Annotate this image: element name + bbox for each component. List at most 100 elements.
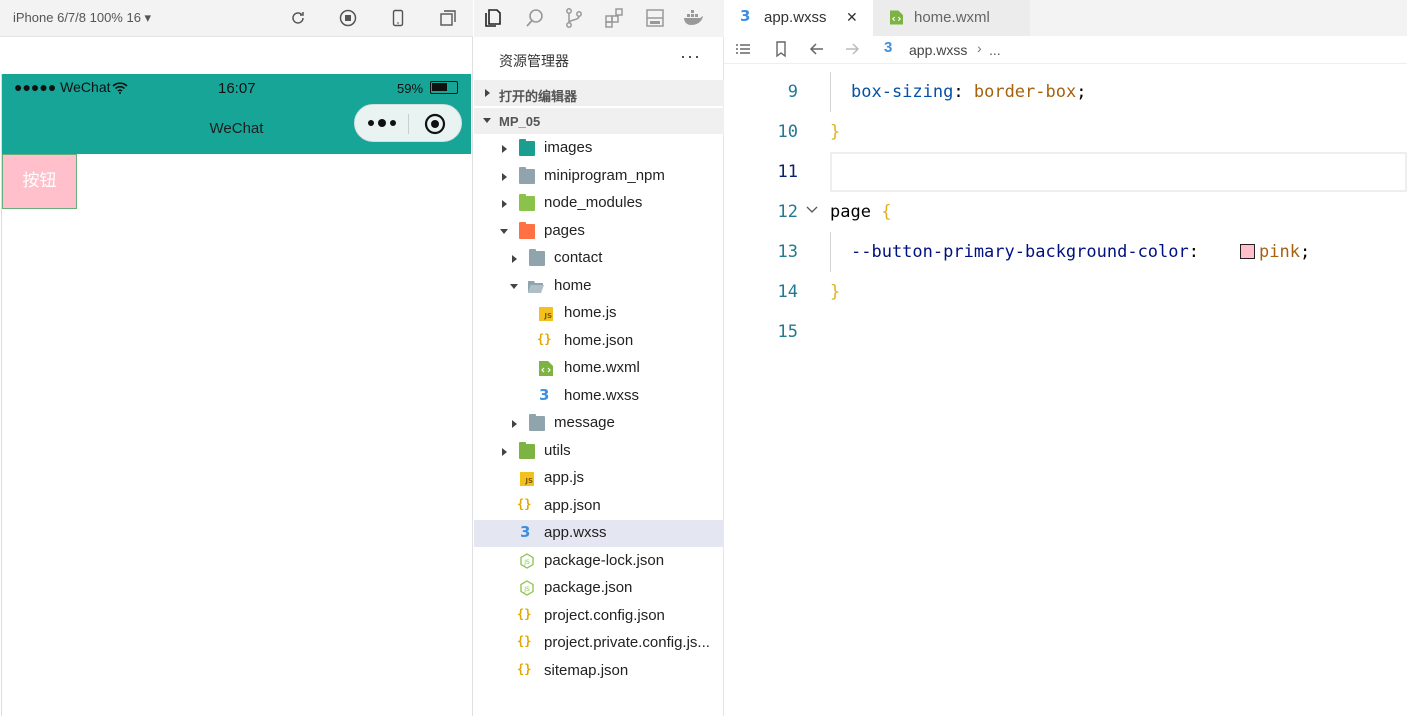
code-line-current: 11	[724, 152, 1407, 192]
phone-icon[interactable]	[388, 8, 408, 28]
tree-item-app-js[interactable]: JS app.js	[474, 465, 724, 492]
tree-item-project-config-json[interactable]: {} project.config.json	[474, 603, 724, 630]
files-icon[interactable]	[482, 7, 504, 29]
project-section[interactable]: MP_05	[474, 108, 724, 134]
primary-button[interactable]: 按钮	[2, 154, 77, 209]
code-line: 13 --button-primary-background-color: pi…	[724, 232, 1407, 272]
docker-icon[interactable]	[682, 7, 704, 29]
tree-item-project-private-config-json[interactable]: {} project.private.config.js...	[474, 630, 724, 657]
chevron-right-icon	[502, 145, 507, 153]
tree-item-home-json[interactable]: {} home.json	[474, 328, 724, 355]
folder-images-icon	[519, 139, 535, 156]
tree-item-app-wxss[interactable]: 3 app.wxss	[474, 520, 724, 547]
tab-app-wxss[interactable]: 3 app.wxss ✕	[724, 0, 873, 36]
tree-item-miniprogram-npm[interactable]: miniprogram_npm	[474, 163, 724, 190]
tab-home-wxml[interactable]: home.wxml	[873, 0, 1030, 36]
tree-item-label: app.js	[544, 469, 585, 486]
tree-item-contact[interactable]: contact	[474, 245, 724, 272]
json-file-icon: {}	[537, 331, 552, 346]
tree-item-node-modules[interactable]: node_modules	[474, 190, 724, 217]
explorer-panel: 资源管理器 ··· 打开的编辑器 MP_05 images miniprogra…	[474, 0, 724, 716]
battery-icon	[430, 81, 458, 94]
folder-icon	[519, 166, 535, 184]
tree-item-sitemap-json[interactable]: {} sitemap.json	[474, 658, 724, 685]
back-arrow-icon[interactable]	[808, 40, 826, 58]
list-icon[interactable]	[734, 40, 752, 58]
carrier-label: ●●●●● WeChat	[14, 79, 111, 95]
tree-item-pages[interactable]: pages	[474, 218, 724, 245]
color-swatch[interactable]	[1240, 244, 1255, 259]
code-line: 12 page {	[724, 192, 1407, 232]
tree-item-label: node_modules	[544, 194, 643, 211]
open-editors-section[interactable]: 打开的编辑器	[474, 80, 724, 106]
tree-item-message[interactable]: message	[474, 410, 724, 437]
line-number: 12	[777, 202, 798, 222]
js-file-icon: JS	[539, 307, 553, 321]
folder-utils-icon	[519, 441, 535, 459]
capsule-menu[interactable]	[354, 104, 462, 142]
forward-arrow-icon[interactable]	[843, 40, 861, 58]
tree-item-label: message	[554, 414, 615, 431]
tree-item-home-wxml[interactable]: home.wxml	[474, 355, 724, 382]
tree-item-app-json[interactable]: {} app.json	[474, 493, 724, 520]
tree-item-label: sitemap.json	[544, 661, 629, 679]
breadcrumb-file[interactable]: app.wxss	[909, 42, 967, 58]
tree-item-label: utils	[544, 441, 571, 459]
bookmark-icon[interactable]	[772, 40, 790, 58]
folder-icon	[529, 414, 545, 431]
source-control-icon[interactable]	[563, 7, 585, 29]
more-actions-button[interactable]: ···	[680, 46, 701, 67]
wxml-file-icon	[890, 10, 903, 25]
opening-brace: {	[881, 202, 892, 222]
json-file-icon: {}	[517, 661, 532, 676]
tree-item-label: home.js	[564, 304, 617, 321]
tree-item-home[interactable]: home	[474, 273, 724, 300]
tree-item-utils[interactable]: utils	[474, 438, 724, 465]
css-variable: --button-primary-background-color	[851, 242, 1189, 262]
extensions-icon[interactable]	[603, 7, 625, 29]
tree-item-label: project.config.json	[544, 606, 665, 624]
new-window-icon[interactable]	[438, 8, 458, 28]
colon: :	[953, 82, 964, 102]
tree-item-label: package-lock.json	[544, 551, 665, 569]
tree-item-home-wxss[interactable]: 3 home.wxss	[474, 383, 724, 410]
folder-icon	[529, 249, 545, 266]
tree-item-home-js[interactable]: JS home.js	[474, 300, 724, 327]
css-property: box-sizing	[851, 82, 954, 102]
more-dots-icon[interactable]	[367, 118, 397, 128]
close-miniprogram-icon[interactable]	[424, 113, 446, 135]
code-text: box-sizing: border-box;	[851, 82, 1086, 102]
chevron-right-icon	[485, 89, 490, 97]
css-value: border-box	[973, 82, 1077, 102]
npm-file-icon: JS	[520, 580, 534, 596]
tree-item-label: contact	[554, 249, 603, 266]
css-value: pink	[1259, 242, 1300, 262]
refresh-icon[interactable]	[288, 8, 308, 28]
closing-brace: }	[830, 122, 841, 142]
stop-icon[interactable]	[338, 8, 358, 28]
tab-label: home.wxml	[914, 9, 990, 26]
capsule-divider	[408, 114, 409, 134]
layout-icon[interactable]	[644, 7, 666, 29]
closing-brace: }	[830, 282, 841, 302]
open-editors-label: 打开的编辑器	[499, 89, 578, 104]
fold-chevron-icon[interactable]	[806, 206, 818, 214]
tree-item-package-json[interactable]: JS package.json	[474, 575, 724, 602]
project-label: MP_05	[499, 114, 541, 129]
indent-guide	[830, 232, 831, 272]
tree-item-images[interactable]: images	[474, 135, 724, 162]
css-file-icon: 3	[740, 7, 751, 25]
semicolon: ;	[1076, 82, 1087, 102]
js-file-icon: JS	[520, 472, 534, 486]
battery-percent: 59%	[397, 81, 424, 96]
code-line: 14 }	[724, 272, 1407, 312]
indent-guide	[830, 72, 831, 112]
breadcrumb-more[interactable]: ...	[989, 42, 1001, 58]
current-line-highlight	[830, 152, 1407, 192]
css-file-icon: 3	[520, 523, 531, 541]
device-select[interactable]: iPhone 6/7/8 100% 16 ▾	[13, 10, 151, 26]
close-tab-icon[interactable]: ✕	[846, 9, 858, 26]
folder-node-icon	[519, 194, 535, 211]
tree-item-package-lock-json[interactable]: JS package-lock.json	[474, 548, 724, 575]
search-icon[interactable]	[524, 7, 546, 29]
